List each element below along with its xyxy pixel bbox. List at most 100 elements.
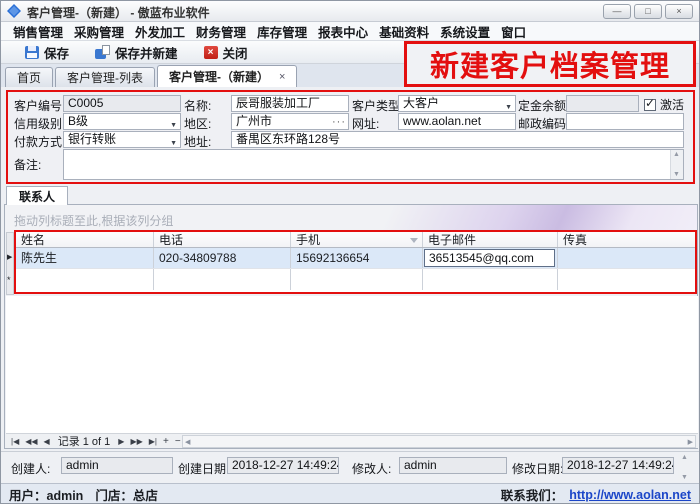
website-link[interactable]: http://www.aolan.net [569,488,691,502]
save-label: 保存 [44,43,69,62]
column-header-fax[interactable]: 传真 [558,232,691,247]
scroll-down-icon[interactable]: ▼ [681,474,688,481]
audit-panel: 创建人: admin 创建日期: 2018-12-27 14:49:24 修改人… [1,451,699,483]
customer-type-label: 客户类型: [352,97,403,114]
nav-last-button[interactable]: ▶| [149,437,157,446]
annotation-text: 新建客户档案管理 [430,43,670,85]
email-cell-editor[interactable]: 36513545@qq.com [424,249,555,267]
remark-scrollbar[interactable]: ▲ ▼ [670,150,683,179]
grid-empty-area [6,296,698,433]
remark-textarea[interactable]: ▲ ▼ [63,149,684,180]
menu-outsourcing[interactable]: 外发加工 [135,22,185,41]
menu-reports[interactable]: 报表中心 [318,22,368,41]
nav-prev-page-button[interactable]: ◀◀ [25,437,37,446]
column-header-mobile[interactable]: 手机 [291,232,423,247]
scroll-up-icon[interactable]: ▲ [681,454,688,461]
modified-at-field: 2018-12-27 14:49:24 [562,457,674,474]
cell-mobile[interactable] [291,269,423,290]
close-tab-button[interactable]: × 关闭 [204,43,248,62]
cell-phone[interactable]: 020-34809788 [154,248,291,268]
maximize-button[interactable]: □ [634,4,662,19]
grid-row-selector-strip: ▶ * [6,232,14,295]
modified-at-label: 修改日期: [512,460,563,477]
website-field[interactable]: www.aolan.net [398,113,516,130]
deposit-field[interactable] [566,95,639,112]
column-header-name[interactable]: 姓名 [16,232,154,247]
customer-type-select[interactable]: 大客户 ▼ [398,95,516,112]
save-and-new-button[interactable]: 保存并新建 [95,43,178,62]
minimize-button[interactable]: — [603,4,631,19]
menu-sales[interactable]: 销售管理 [13,22,63,41]
cell-fax[interactable] [558,269,691,290]
credit-select[interactable]: B级 ▼ [63,113,181,130]
status-store: 门店：总店 [95,485,158,504]
modified-by-label: 修改人: [352,460,391,477]
nav-first-button[interactable]: |◀ [11,437,19,446]
horizontal-scrollbar[interactable]: ◀ ▶ [182,435,696,448]
save-button[interactable]: 保存 [25,43,69,62]
panel-scrollbar[interactable]: ▲ ▼ [678,454,692,481]
menu-purchase[interactable]: 采购管理 [74,22,124,41]
checkbox-checked-icon: ✓ [644,99,656,111]
contact-us-label: 联系我们： [501,485,564,504]
chevron-down-icon: ▼ [170,136,177,148]
customer-type-value: 大客户 [403,96,439,110]
nav-delete-button[interactable]: − [175,436,181,447]
cell-mobile[interactable]: 15692136654 [291,248,423,268]
zip-field[interactable] [566,113,684,130]
tab-customer-list[interactable]: 客户管理-列表 [55,67,155,87]
address-label: 地址: [184,133,211,150]
tab-customer-new[interactable]: 客户管理-（新建） × [157,65,297,87]
group-panel-hint: 拖动列标题至此,根据该列分组 [14,212,173,229]
payment-select[interactable]: 银行转账 ▼ [63,131,181,148]
grid-group-panel[interactable]: 拖动列标题至此,根据该列分组 [5,205,697,232]
payment-value: 银行转账 [68,132,116,146]
scroll-up-icon[interactable]: ▲ [673,151,680,158]
menu-window[interactable]: 窗口 [501,22,526,41]
nav-next-page-button[interactable]: ▶▶ [130,437,142,446]
created-at-label: 创建日期: [178,460,229,477]
close-button[interactable]: × [665,4,693,19]
tab-home[interactable]: 首页 [5,67,53,87]
menu-basic-data[interactable]: 基础资料 [379,22,429,41]
scroll-right-icon[interactable]: ▶ [688,438,693,446]
tab-close-icon[interactable]: × [279,71,285,83]
address-field[interactable]: 番禺区东环路128号 [231,131,684,148]
menu-finance[interactable]: 财务管理 [196,22,246,41]
status-user: 用户：admin [9,485,83,504]
tab-customer-new-label: 客户管理-（新建） [169,68,269,85]
nav-next-button[interactable]: ▶ [118,437,124,446]
save-new-label: 保存并新建 [115,43,178,62]
new-row-marker-icon: * [7,275,11,285]
column-header-email[interactable]: 电子邮件 [423,232,558,247]
cell-phone[interactable] [154,269,291,290]
scroll-down-icon[interactable]: ▼ [673,171,680,178]
scroll-left-icon[interactable]: ◀ [185,438,190,446]
menu-inventory[interactable]: 库存管理 [257,22,307,41]
window-title: 客户管理-（新建） - 傲蓝布业软件 [27,4,210,21]
cell-name[interactable]: 陈先生 [16,248,154,268]
table-row[interactable]: 陈先生 020-34809788 15692136654 36513545@qq… [16,248,695,269]
active-checkbox-label: 激活 [660,96,684,113]
cell-fax[interactable] [558,248,691,268]
active-checkbox[interactable]: ✓ 激活 [644,96,684,113]
filter-funnel-icon[interactable] [410,238,418,243]
chevron-down-icon: ▼ [170,118,177,130]
table-row-new[interactable] [16,269,695,290]
column-header-phone[interactable]: 电话 [154,232,291,247]
nav-append-button[interactable]: + [163,436,169,447]
cell-email[interactable] [423,269,558,290]
cell-email[interactable]: 36513545@qq.com [423,248,558,268]
nav-prev-button[interactable]: ◀ [44,437,50,446]
current-row-marker-icon: ▶ [7,253,12,261]
name-field[interactable]: 辰哥服装加工厂 [231,95,349,112]
close-label: 关闭 [223,43,248,62]
annotation-box: 新建客户档案管理 [404,41,696,87]
customer-no-field[interactable]: C0005 [63,95,181,112]
cell-name[interactable] [16,269,154,290]
tab-contacts[interactable]: 联系人 [6,186,68,205]
ellipsis-browse-icon[interactable]: ··· [332,115,346,130]
menu-settings[interactable]: 系统设置 [440,22,490,41]
zip-label: 邮政编码: [518,115,569,132]
region-field[interactable]: 广州市 ··· [231,113,349,130]
